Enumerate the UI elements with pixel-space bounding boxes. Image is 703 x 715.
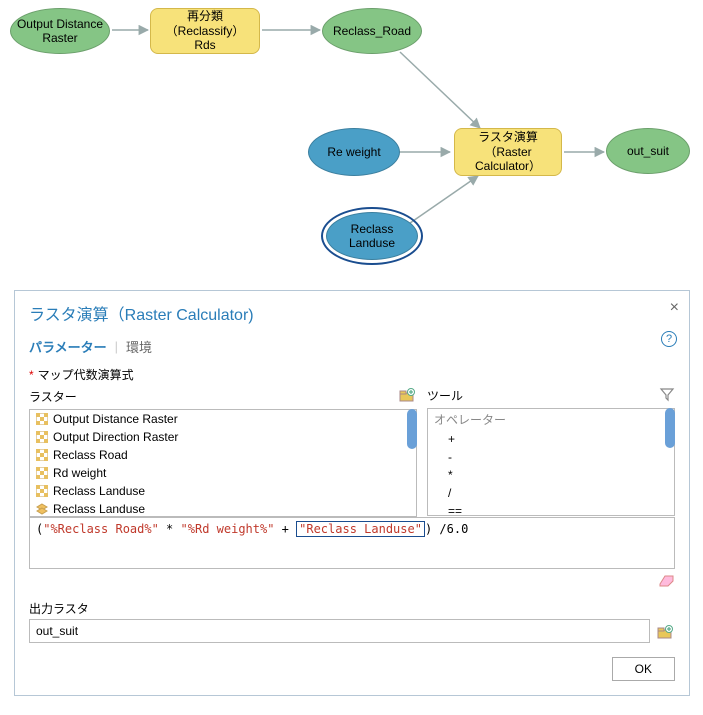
list-item[interactable]: Reclass Landuse	[30, 482, 416, 500]
raster-icon	[36, 413, 48, 425]
rasters-listbox[interactable]: Output Distance Raster Output Direction …	[29, 409, 417, 517]
list-item[interactable]: Reclass Road	[30, 446, 416, 464]
tab-parameters[interactable]: パラメーター	[29, 337, 107, 356]
list-item[interactable]: Output Direction Raster	[30, 428, 416, 446]
list-item[interactable]: /	[428, 484, 674, 502]
raster-calculator-dialog: × ラスタ演算（Raster Calculator) パラメーター | 環境 ?…	[14, 290, 690, 696]
clear-expression-icon[interactable]	[29, 573, 675, 590]
output-raster-label: 出力ラスタ	[29, 600, 675, 617]
raster-icon	[36, 467, 48, 479]
list-item[interactable]: Output Distance Raster	[30, 410, 416, 428]
scrollbar-thumb[interactable]	[665, 408, 675, 448]
help-icon[interactable]: ?	[661, 331, 677, 347]
node-reclass-road[interactable]: Reclass_Road	[322, 8, 422, 54]
list-item[interactable]: Rd weight	[30, 464, 416, 482]
tools-label: ツール	[427, 387, 463, 404]
node-raster-calculator[interactable]: ラスタ演算（Raster Calculator）	[454, 128, 562, 176]
list-item[interactable]: *	[428, 466, 674, 484]
output-raster-field[interactable]	[29, 619, 650, 643]
browse-output-icon[interactable]	[656, 623, 675, 643]
raster-icon	[36, 449, 48, 461]
list-item[interactable]: -	[428, 448, 674, 466]
operators-listbox[interactable]: オペレーター + - * / ==	[427, 408, 675, 516]
node-re-weight[interactable]: Re weight	[308, 128, 400, 176]
operators-header: オペレーター	[428, 409, 674, 430]
rasters-label: ラスター	[29, 388, 77, 405]
node-output-distance-raster[interactable]: Output Distance Raster	[10, 8, 110, 54]
close-icon[interactable]: ×	[670, 299, 679, 317]
node-out-suit[interactable]: out_suit	[606, 128, 690, 174]
scrollbar-thumb[interactable]	[407, 409, 417, 449]
ok-button[interactable]: OK	[612, 657, 675, 681]
tab-environment[interactable]: 環境	[126, 337, 152, 356]
filter-icon[interactable]	[659, 386, 675, 405]
list-item[interactable]: +	[428, 430, 674, 448]
dialog-title: ラスタ演算（Raster Calculator)	[29, 301, 675, 325]
expression-input[interactable]: ("%Reclass Road%" * "%Rd weight%" + "Rec…	[29, 517, 675, 569]
tab-separator: |	[115, 339, 118, 354]
raster-icon	[36, 485, 48, 497]
expression-section-label: *マップ代数演算式	[29, 366, 675, 383]
node-reclassify-rds[interactable]: 再分類（Reclassify）Rds	[150, 8, 260, 54]
raster-layer-icon	[36, 503, 48, 515]
list-item[interactable]: ==	[428, 502, 674, 516]
raster-icon	[36, 431, 48, 443]
node-reclass-landuse[interactable]: Reclass Landuse	[326, 212, 418, 260]
add-raster-icon[interactable]	[397, 386, 417, 406]
list-item[interactable]: Reclass Landuse	[30, 500, 416, 517]
